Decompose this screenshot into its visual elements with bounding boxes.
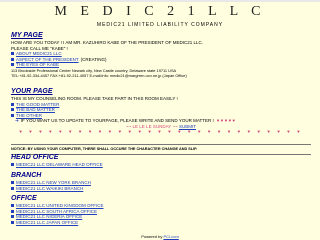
my-page-title: MY PAGE	[11, 32, 43, 39]
office-section: OFFICE MEDIC21 LLC UNITED KINGDOM OFFICE…	[11, 195, 311, 225]
link-label[interactable]: MEDIC21 LLC DELAWARE HEAD OFFICE	[16, 162, 103, 168]
footer-link[interactable]: PCI.com	[163, 234, 178, 239]
site-logo: M E D I C 2 1 L L C	[54, 4, 266, 19]
page-header: M E D I C 2 1 L L C MEDIC21 LIMITED LIAB…	[0, 2, 320, 28]
heart-divider-icon: ♥ ♥ ♥ ♥ ♥ ♥ ♥ ♥ ♥ ♥ ♥ ♥ ♥ ♥ ♥ ♥ ♥ ♥ ♥ ♥ …	[19, 129, 303, 134]
square-bullet-icon	[11, 204, 14, 208]
your-page-title: YOUR PAGE	[11, 88, 53, 95]
square-bullet-icon	[11, 215, 14, 219]
square-bullet-icon	[11, 52, 14, 56]
square-bullet-icon	[11, 220, 14, 224]
aspect-suffix: (CREATING)	[80, 56, 107, 62]
office-title: OFFICE	[11, 195, 37, 202]
square-bullet-icon	[11, 63, 14, 67]
square-bullet-icon	[11, 186, 14, 190]
divider	[11, 144, 311, 145]
link-delaware-head-office[interactable]: MEDIC21 LLC DELAWARE HEAD OFFICE	[11, 162, 311, 168]
contact-text: TEL:+81-92-334-4457 FAX:+81-92-211-4057 …	[11, 73, 187, 78]
my-page-section: MY PAGE HOW ARE YOU TODAY ! I AM MR. KAZ…	[11, 32, 311, 79]
square-bullet-icon	[11, 113, 14, 117]
square-bullet-icon	[11, 163, 14, 167]
square-bullet-icon	[11, 108, 14, 112]
site-subtitle: MEDIC21 LIMITED LIABILITY COMPANY	[96, 22, 224, 28]
submit-link[interactable]: SUBMIT	[179, 124, 196, 129]
square-bullet-icon	[11, 102, 14, 106]
square-bullet-icon	[11, 209, 14, 213]
link-label[interactable]: MEDIC21 LLC JAPAN OFFICE	[16, 220, 78, 226]
head-office-section: HEAD OFFICE MEDIC21 LLC DELAWARE HEAD OF…	[11, 154, 311, 168]
link-label[interactable]: MEDIC21 LLC WAIKIKI BRANCH	[16, 186, 83, 192]
footer-prefix: Powered by	[141, 234, 163, 239]
branch-title: BRANCH	[11, 172, 42, 179]
arrow-icon: ➔	[15, 118, 19, 123]
branch-section: BRANCH MEDIC21 LLC NEW YORK BRANCH MEDIC…	[11, 172, 311, 191]
head-office-title: HEAD OFFICE	[11, 154, 59, 161]
square-bullet-icon	[11, 57, 14, 61]
heart-decoration-icon: ♥ ♥ ♥ ♥ ♥	[216, 118, 236, 123]
link-label[interactable]: THE EYES OF KABE	[16, 62, 59, 68]
your-page-section: YOUR PAGE THIS IS MY COUNSELING ROOM. PL…	[11, 88, 311, 135]
notice-text: NOTICE: BY USING YOUR COMPUTER, THERE SH…	[11, 147, 198, 151]
link-japan-office[interactable]: MEDIC21 LLC JAPAN OFFICE	[11, 220, 311, 226]
square-bullet-icon	[11, 181, 14, 185]
link-waikiki-branch[interactable]: MEDIC21 LLC WAIKIKI BRANCH	[11, 186, 311, 192]
submit-prefix: ~~ LE LE LE SUNDAY ~~	[126, 123, 178, 129]
footer: Powered by PCI.com	[0, 234, 320, 239]
